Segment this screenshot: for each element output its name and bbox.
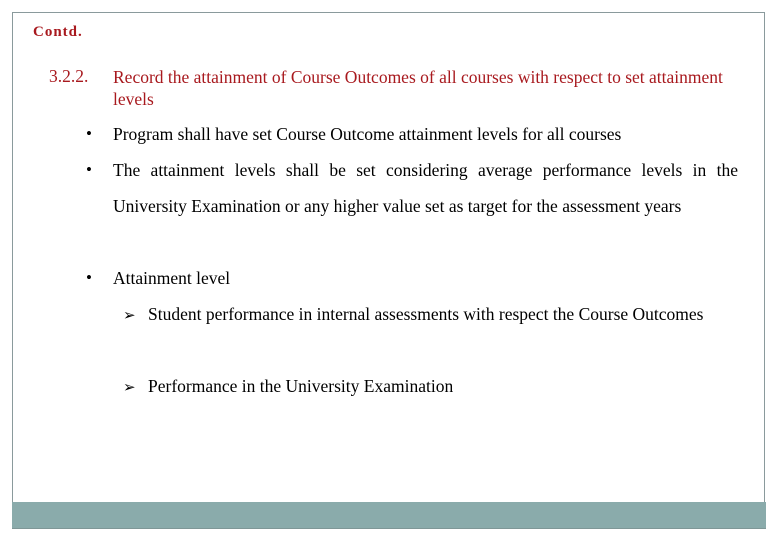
bullet-icon: • [86, 268, 92, 287]
arrow-bullet-icon: ➢ [123, 380, 136, 396]
continued-label: Contd. [33, 24, 83, 40]
section-title: Record the attainment of Course Outcomes… [113, 67, 723, 109]
bullet-icon: • [86, 124, 92, 143]
arrow-bullet-icon: ➢ [123, 308, 136, 324]
section-number: 3.2.2. [49, 66, 89, 86]
bullet-icon: • [86, 160, 92, 179]
sub-bullet-item: Performance in the University Examinatio… [148, 376, 454, 396]
bullet-item: The attainment levels shall be set consi… [113, 160, 738, 216]
bullet-item: Attainment level [113, 268, 231, 288]
footer-band [12, 502, 766, 529]
sub-bullet-item: Student performance in internal assessme… [148, 304, 704, 324]
bullet-item: Program shall have set Course Outcome at… [113, 124, 622, 144]
